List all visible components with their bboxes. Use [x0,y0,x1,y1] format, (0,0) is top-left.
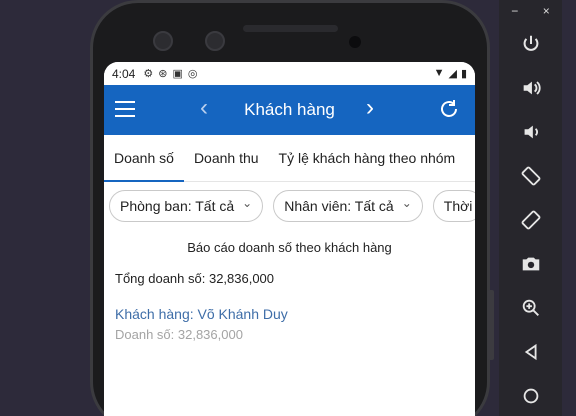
volume-down-icon [524,125,538,139]
status-bar: 4:04 ⚙ ⊛ ▣ ◎ ▼ ◢ ▮ [104,62,475,85]
total-sales: Tổng doanh số: 32,836,000 [115,271,275,286]
chevron-down-icon: ⌄ [401,196,412,210]
zoom-in-icon [522,299,539,316]
status-time: 4:04 [112,66,136,81]
minimize-button[interactable]: − [511,4,518,18]
close-button[interactable]: × [543,4,550,18]
report-title: Báo cáo doanh số theo khách hàng [187,240,392,255]
employee-filter[interactable]: Nhân viên: Tất cả ⌄ [273,190,423,222]
tab-doanh-so[interactable]: Doanh số [104,135,184,182]
customer-sales: Doanh số: 32,836,000 [115,327,243,342]
settings-status-icon: ⚙ [143,68,154,80]
device-screen: 4:04 ⚙ ⊛ ▣ ◎ ▼ ◢ ▮ ‹ Khách hàng › Doanh … [104,62,475,416]
home-button[interactable] [499,378,562,414]
proximity-sensor [349,36,361,48]
employee-filter-label: Nhân viên: Tất cả [284,198,394,214]
app-bar: ‹ Khách hàng › [104,85,475,135]
refresh-icon[interactable] [437,97,461,121]
window-controls: − × [499,4,562,18]
department-filter-label: Phòng ban: Tất cả [120,198,235,214]
photo-status-icon: ▣ [172,68,183,80]
rotate-left-button[interactable] [499,158,562,194]
data-saver-status-icon: ◎ [187,68,198,80]
back-triangle-icon [524,343,536,361]
filter-bar: Phòng ban: Tất cả ⌄ Nhân viên: Tất cả ⌄ … [104,182,475,222]
volume-down-button[interactable] [499,114,562,150]
home-circle-icon [523,388,538,404]
earpiece-speaker [243,25,338,32]
phone-top-bezel [93,3,487,65]
page-title: Khách hàng [244,100,335,119]
phone-side-button [488,290,494,360]
customer-name[interactable]: Khách hàng: Võ Khánh Duy [115,306,475,322]
department-filter[interactable]: Phòng ban: Tất cả ⌄ [109,190,264,222]
tab-ty-le-khach-hang[interactable]: Tỷ lệ khách hàng theo nhóm [269,135,466,181]
time-filter-label: Thời [443,198,473,214]
wifi-icon: ▼ [433,67,445,79]
front-sensor [205,31,225,51]
battery-icon: ▮ [460,68,467,80]
time-filter[interactable]: Thời [432,190,475,222]
front-camera [153,31,173,51]
camera-icon [522,257,539,271]
back-button[interactable] [499,334,562,370]
emulator-sidebar: − × [499,0,562,416]
tab-doanh-thu[interactable]: Doanh thu [184,135,269,181]
list-item[interactable]: Khách hàng: Võ Khánh Duy Doanh số: 32,83… [104,306,475,342]
next-chevron-icon[interactable]: › [366,95,374,121]
report-tabs: Doanh số Doanh thu Tỷ lệ khách hàng theo… [104,135,475,182]
rotate-right-button[interactable] [499,202,562,238]
zoom-button[interactable] [499,290,562,326]
app-status-icon: ⊛ [158,68,168,80]
chevron-down-icon: ⌄ [242,196,253,210]
volume-up-icon [523,81,541,95]
rotate-left-icon [521,166,540,186]
power-button[interactable] [499,26,562,62]
screenshot-button[interactable] [499,246,562,282]
volume-up-button[interactable] [499,70,562,106]
signal-icon: ◢ [448,68,457,80]
power-icon [523,35,538,51]
status-right-icons: ▼ ◢ ▮ [434,67,467,80]
rotate-right-icon [521,210,540,230]
